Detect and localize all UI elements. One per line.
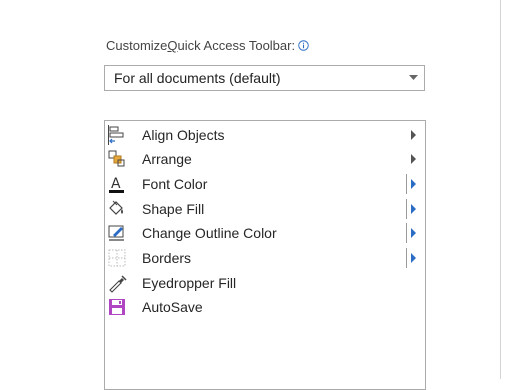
- chevron-right-icon[interactable]: [411, 253, 417, 263]
- list-item-label: Borders: [142, 250, 192, 266]
- align-objects-icon: [108, 125, 124, 145]
- customize-qat-label: Customize Quick Access Toolbar:: [106, 38, 309, 53]
- eyedropper-icon: [109, 275, 127, 293]
- split-separator: [406, 248, 407, 268]
- split-separator: [406, 199, 407, 219]
- label-accesskey: Q: [167, 38, 178, 53]
- list-item-label: AutoSave: [142, 299, 203, 315]
- svg-text:A: A: [111, 176, 121, 192]
- font-color-icon: A: [109, 176, 124, 193]
- arrange-icon: [108, 150, 125, 167]
- chevron-right-icon[interactable]: [411, 130, 417, 140]
- chevron-right-icon[interactable]: [411, 204, 417, 214]
- list-item-label: Shape Fill: [142, 201, 205, 217]
- list-item-shape-fill[interactable]: Shape Fill: [105, 197, 425, 221]
- list-item-borders[interactable]: Borders: [105, 246, 425, 270]
- label-text-pre: Customize: [106, 38, 168, 53]
- list-item-label: Change Outline Color: [142, 225, 277, 241]
- list-item-align-objects[interactable]: Align Objects: [105, 123, 425, 147]
- chevron-right-icon[interactable]: [411, 228, 417, 238]
- list-item-font-color[interactable]: A Font Color: [105, 172, 425, 196]
- borders-icon: [108, 249, 126, 267]
- list-item-autosave[interactable]: AutoSave: [105, 295, 425, 319]
- list-item-eyedropper-fill[interactable]: Eyedropper Fill: [105, 271, 425, 295]
- autosave-icon: [109, 299, 125, 315]
- qat-commands-list[interactable]: Align Objects Arrange A Font Color Shape…: [104, 120, 426, 390]
- split-separator: [406, 223, 407, 243]
- chevron-right-icon[interactable]: [411, 154, 417, 164]
- list-item-label: Arrange: [142, 151, 192, 167]
- info-icon[interactable]: [298, 40, 309, 51]
- label-text-post: uick Access Toolbar:: [177, 38, 296, 53]
- split-separator: [406, 174, 407, 194]
- scope-dropdown[interactable]: For all documents (default): [104, 65, 425, 91]
- list-item-label: Eyedropper Fill: [142, 275, 237, 291]
- list-item-label: Align Objects: [142, 127, 225, 143]
- chevron-down-icon[interactable]: [402, 75, 424, 81]
- scope-dropdown-value: For all documents (default): [114, 70, 281, 86]
- list-item-change-outline-color[interactable]: Change Outline Color: [105, 221, 425, 245]
- chevron-right-icon[interactable]: [411, 179, 417, 189]
- list-item-arrange[interactable]: Arrange: [105, 147, 425, 171]
- pane-divider: [500, 0, 501, 379]
- shape-fill-icon: [109, 200, 123, 215]
- outline-color-icon: [108, 225, 124, 241]
- list-item-label: Font Color: [142, 176, 208, 192]
